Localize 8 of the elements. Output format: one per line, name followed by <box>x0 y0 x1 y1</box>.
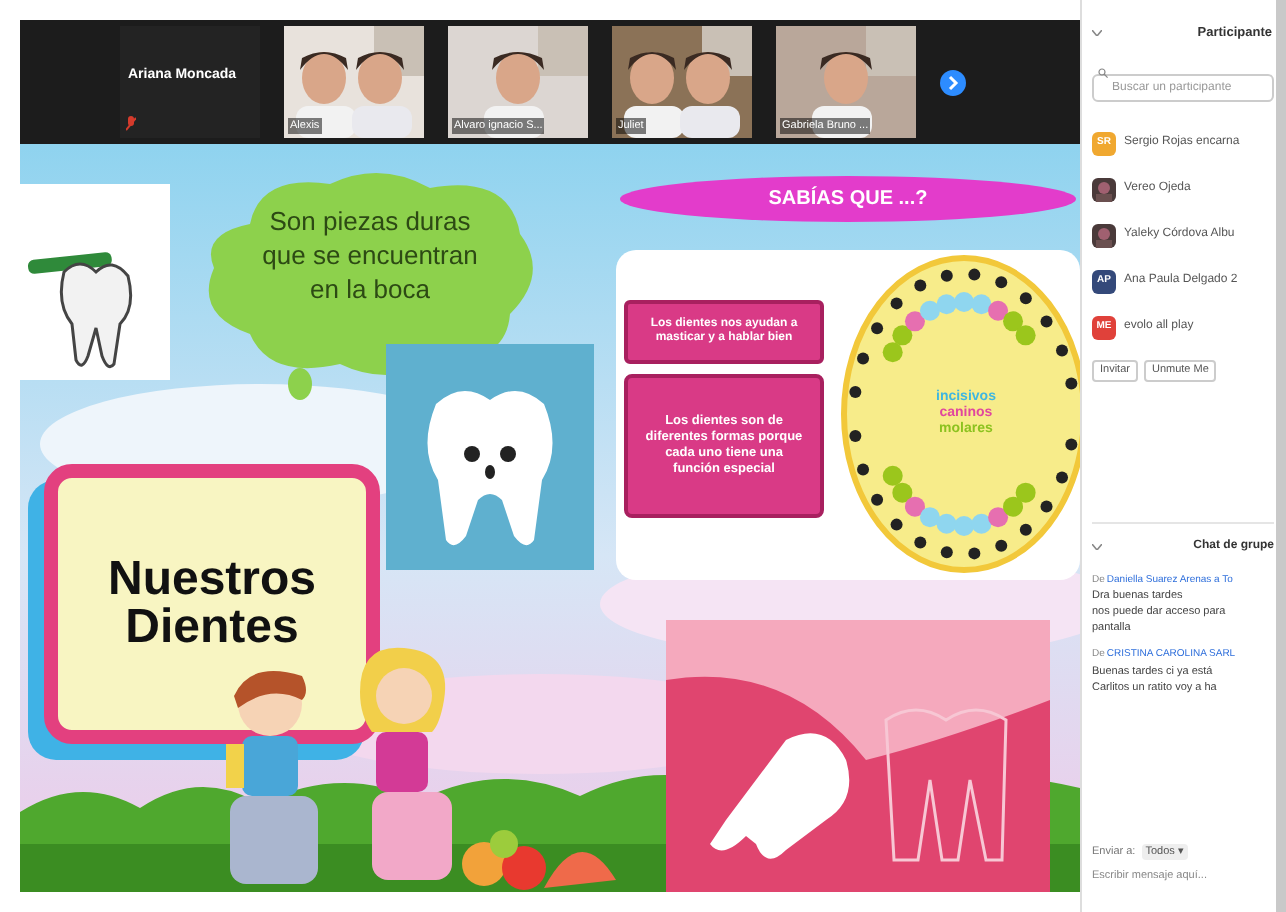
avatar-icon <box>1092 223 1116 248</box>
avatar-icon <box>1092 177 1116 202</box>
chevron-icon[interactable] <box>1092 30 1102 37</box>
chevron-icon[interactable] <box>1092 543 1102 550</box>
slide-title: Nuestros Dientes <box>105 556 319 652</box>
cloud-text: Son piezas duras que se encuentran en la boca <box>260 204 480 306</box>
search-icon <box>1098 67 1108 78</box>
banner-text: SABÍAS QUE ...? <box>768 184 928 214</box>
